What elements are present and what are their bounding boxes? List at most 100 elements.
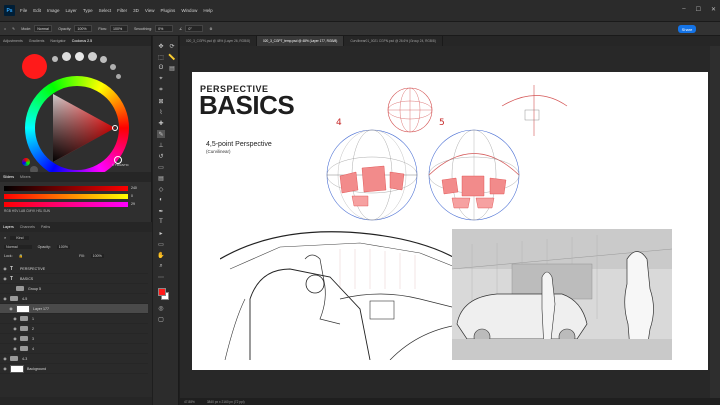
type-tool-icon[interactable]: T xyxy=(157,218,165,226)
gradient-tool-icon[interactable]: ▤ xyxy=(157,174,165,182)
lock-icon[interactable]: 🔒 xyxy=(19,254,23,258)
blue-slider-bar[interactable] xyxy=(4,201,128,207)
eye-icon[interactable]: ◉ xyxy=(0,266,10,271)
menu-layer[interactable]: Layer xyxy=(66,8,77,13)
menu-image[interactable]: Image xyxy=(47,8,60,13)
tab-channels[interactable]: Channels xyxy=(20,225,35,229)
crop-tool-icon[interactable]: ⌗ xyxy=(157,86,165,94)
zoom-tool-icon[interactable]: ⌕ xyxy=(157,262,165,270)
layer-row[interactable]: ◉ Background xyxy=(0,364,148,374)
current-color-swatch[interactable] xyxy=(22,54,47,79)
note-tool-icon[interactable]: ▤ xyxy=(168,64,176,72)
layer-row[interactable]: ◉ 4-5 xyxy=(0,294,148,304)
blur-tool-icon[interactable]: ◇ xyxy=(157,185,165,193)
layer-row[interactable]: ◉ 3 xyxy=(0,334,148,344)
more-tools-icon[interactable]: ⋯ xyxy=(157,273,165,281)
eye-icon[interactable]: ◉ xyxy=(10,336,20,341)
doc-tab[interactable]: Curvilinear01_0021 CGPN.psd @ 26.6% (Gro… xyxy=(344,36,443,46)
layer-row[interactable]: ◉ T BASICS xyxy=(0,274,148,284)
eye-icon[interactable]: ◉ xyxy=(6,306,16,311)
mode-select[interactable]: Normal xyxy=(34,25,53,32)
settings-icon[interactable]: ⚙ xyxy=(209,27,212,31)
path-select-tool-icon[interactable]: ▸ xyxy=(157,229,165,237)
preset-swatch[interactable] xyxy=(110,64,116,70)
red-slider-bar[interactable] xyxy=(4,185,128,191)
tab-sliders[interactable]: Sliders xyxy=(3,175,14,179)
tab-layers[interactable]: Layers xyxy=(3,225,14,229)
eye-icon[interactable]: ◉ xyxy=(10,346,20,351)
eraser-tool-icon[interactable]: ▭ xyxy=(157,163,165,171)
stamp-tool-icon[interactable]: ⊥ xyxy=(157,141,165,149)
green-slider[interactable]: 0 xyxy=(4,193,140,199)
flow-field[interactable]: 100% xyxy=(109,25,128,32)
menu-window[interactable]: Window xyxy=(181,8,197,13)
doc-tab-active[interactable]: 020_3_CGPT_temp.psd @ 48% (Layer 177, RG… xyxy=(257,36,345,46)
tab-paths[interactable]: Paths xyxy=(41,225,50,229)
brush-tool-icon[interactable]: ✎ xyxy=(157,130,165,138)
move-tool-icon[interactable]: ✥ xyxy=(157,42,165,50)
maximize-icon[interactable]: ☐ xyxy=(696,6,701,13)
preset-swatch[interactable] xyxy=(75,52,84,61)
eye-icon[interactable]: ◉ xyxy=(0,356,10,361)
red-slider[interactable]: 240 xyxy=(4,185,140,191)
doc-tab[interactable]: 020_3_CGPN.psd @ 48% (Layer 26, RGB/8) xyxy=(180,36,258,46)
layer-opacity-field[interactable]: 100% xyxy=(56,245,70,249)
eye-icon[interactable]: ◉ xyxy=(0,276,10,281)
document-canvas[interactable]: PERSPECTIVE BASICS 4,5-point Perspective… xyxy=(192,72,708,370)
layer-row[interactable]: ◉ 4 xyxy=(0,344,148,354)
eye-icon[interactable]: ◉ xyxy=(0,366,10,371)
minimize-icon[interactable]: – xyxy=(682,6,685,13)
tab-adjustments[interactable]: Adjustments xyxy=(3,39,23,43)
pen-tool-icon[interactable]: ✒ xyxy=(157,207,165,215)
preset-swatch[interactable] xyxy=(116,74,121,79)
frame-tool-icon[interactable]: ⊠ xyxy=(157,97,165,105)
green-value[interactable]: 0 xyxy=(131,194,133,198)
lasso-tool-icon[interactable]: ʘ xyxy=(157,64,165,72)
tab-gradients[interactable]: Gradients xyxy=(29,39,45,43)
menu-file[interactable]: File xyxy=(20,8,27,13)
menu-edit[interactable]: Edit xyxy=(33,8,41,13)
saturation-triangle[interactable] xyxy=(35,86,119,170)
eyedropper-tool-icon[interactable]: ⌇ xyxy=(157,108,165,116)
layer-row[interactable]: ◉ 1 xyxy=(0,314,148,324)
tab-navigator[interactable]: Navigator xyxy=(50,39,65,43)
angle-field[interactable]: 0° xyxy=(185,25,204,32)
blue-slider[interactable]: 29 xyxy=(4,201,140,207)
kind-filter[interactable]: Kind xyxy=(10,235,30,240)
quick-mask-icon[interactable]: ◎ xyxy=(157,304,165,312)
hand-tool-icon[interactable]: ✋ xyxy=(157,251,165,259)
blend-mode-select[interactable]: Normal xyxy=(4,245,32,249)
green-slider-bar[interactable] xyxy=(4,193,128,199)
preset-swatch[interactable] xyxy=(52,56,58,62)
red-value[interactable]: 240 xyxy=(131,186,137,190)
menu-help[interactable]: Help xyxy=(203,8,212,13)
rotate-view-icon[interactable]: ⟳ xyxy=(168,42,176,50)
tab-coolorus[interactable]: Coolorus 2.5 xyxy=(72,39,92,43)
home-icon[interactable]: ⌂ xyxy=(4,27,6,31)
zoom-level[interactable]: 47.88% xyxy=(184,400,195,404)
healing-tool-icon[interactable]: ✚ xyxy=(157,119,165,127)
ruler-tool-icon[interactable]: 📏 xyxy=(168,53,176,61)
menu-3d[interactable]: 3D xyxy=(133,8,139,13)
layer-row[interactable]: ◉ T PERSPECTIVE xyxy=(0,264,148,274)
preset-swatch[interactable] xyxy=(88,52,97,61)
opacity-field[interactable]: 100% xyxy=(74,25,93,32)
quick-select-tool-icon[interactable]: ⌖ xyxy=(157,75,165,83)
foreground-color-swatch[interactable] xyxy=(158,288,166,296)
layer-row[interactable]: Group 5 xyxy=(0,284,148,294)
menu-type[interactable]: Type xyxy=(83,8,93,13)
brush-tool-icon[interactable]: ✎ xyxy=(12,27,15,31)
menu-select[interactable]: Select xyxy=(99,8,112,13)
menu-plugins[interactable]: Plugins xyxy=(161,8,176,13)
layer-row[interactable]: ◉ 2 xyxy=(0,324,148,334)
tab-mixers[interactable]: Mixers xyxy=(20,175,31,179)
preset-swatch[interactable] xyxy=(62,52,71,61)
dodge-tool-icon[interactable]: ◐ xyxy=(157,196,165,204)
eye-icon[interactable]: ◉ xyxy=(0,296,10,301)
layer-row[interactable]: ◉ 4-3 xyxy=(0,354,148,364)
menu-filter[interactable]: Filter xyxy=(117,8,127,13)
wheel-mini-icon[interactable] xyxy=(22,158,30,166)
close-icon[interactable]: ✕ xyxy=(711,6,716,13)
preset-swatch[interactable] xyxy=(100,56,107,63)
fill-field[interactable]: 100% xyxy=(90,254,104,258)
